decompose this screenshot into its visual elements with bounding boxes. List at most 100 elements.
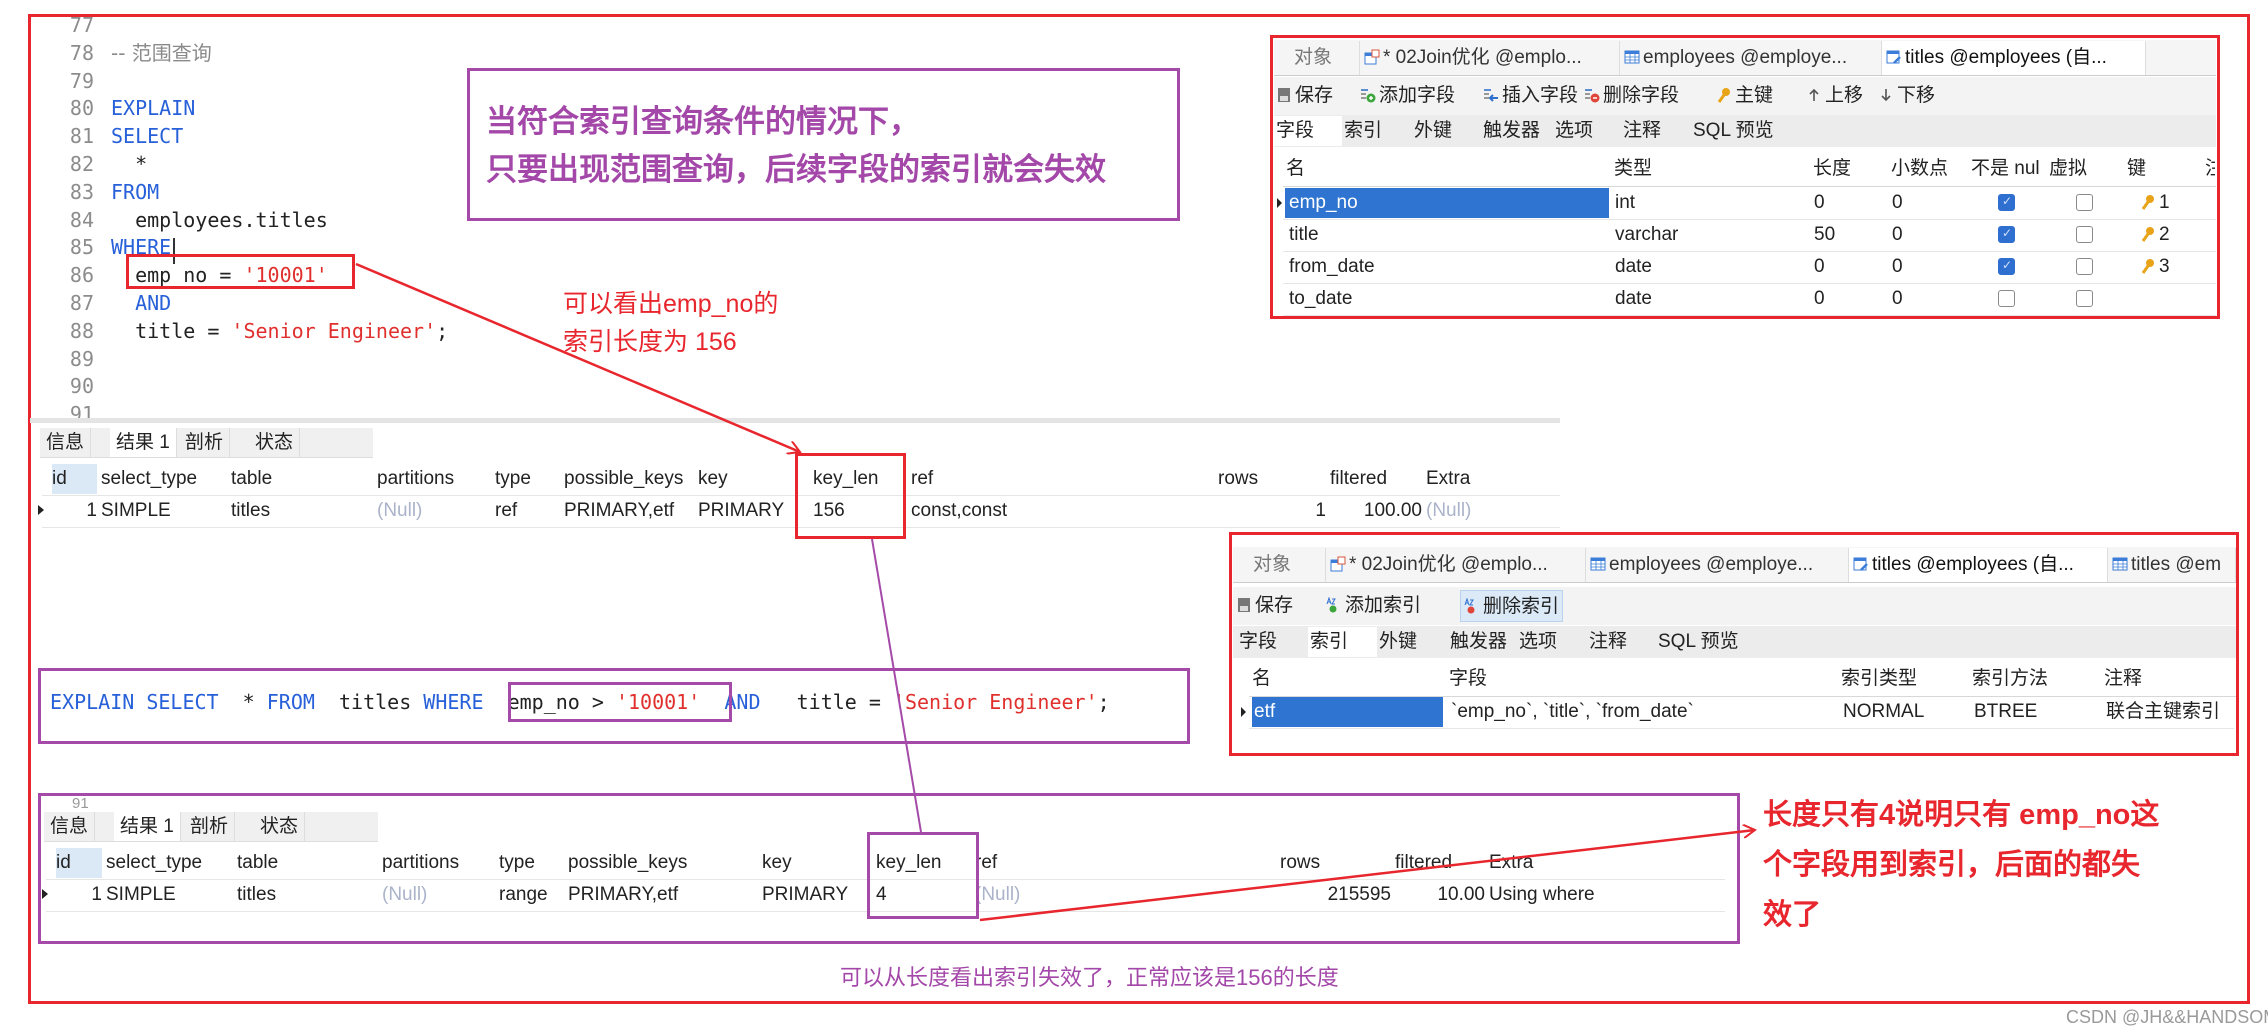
cell-id[interactable]: 1: [56, 880, 102, 910]
column-header-filtered[interactable]: filtered: [1330, 464, 1422, 494]
cell-table[interactable]: titles: [237, 880, 378, 910]
grid-header-3[interactable]: 索引方法: [1972, 664, 2100, 694]
column-header-key[interactable]: key: [698, 464, 809, 494]
editor-tab-2[interactable]: employees @employe...: [1620, 41, 1882, 75]
field-decimals[interactable]: 0: [1892, 252, 1962, 282]
editor-tab-1[interactable]: * 02Join优化 @emplo...: [1326, 548, 1586, 582]
cell-id[interactable]: 1: [52, 496, 97, 526]
cell-partitions[interactable]: (Null): [377, 496, 491, 526]
subtab-1[interactable]: 索引: [1308, 627, 1377, 657]
grid-header-2[interactable]: 长度: [1813, 154, 1887, 184]
subtab-6[interactable]: SQL 预览: [1691, 116, 1801, 146]
column-header-type[interactable]: type: [499, 848, 564, 878]
field-decimals[interactable]: 0: [1892, 284, 1962, 314]
not-null-checkbox[interactable]: [1998, 258, 2015, 275]
subtab-4[interactable]: 选项: [1517, 627, 1587, 657]
tab-profile[interactable]: 剖析: [179, 428, 231, 457]
index-cell-0[interactable]: etf: [1252, 697, 1443, 727]
index-cell-1[interactable]: `emp_no`, `title`, `from_date`: [1449, 697, 1835, 727]
column-header-rows[interactable]: rows: [1218, 464, 1326, 494]
index-cell-4[interactable]: 联合主键索引: [2104, 697, 2231, 727]
tab-result[interactable]: 结果 1: [110, 428, 177, 457]
column-header-possible_keys[interactable]: possible_keys: [568, 848, 758, 878]
subtab-4[interactable]: 选项: [1553, 116, 1621, 146]
field-length[interactable]: 50: [1814, 220, 1884, 250]
grid-header-7[interactable]: 注: [2205, 154, 2215, 184]
cell-filtered[interactable]: 100.00: [1330, 496, 1422, 526]
subtab-2[interactable]: 外键: [1377, 627, 1448, 657]
column-header-Extra[interactable]: Extra: [1426, 464, 1556, 494]
grid-header-5[interactable]: 虚拟: [2049, 154, 2123, 184]
toolbar-button-save[interactable]: 保存: [1276, 80, 1333, 112]
toolbar-button-delete-index[interactable]: 删除索引: [1460, 590, 1564, 622]
column-header-ref[interactable]: ref: [975, 848, 1276, 878]
cell-partitions[interactable]: (Null): [382, 880, 495, 910]
cell-possible_keys[interactable]: PRIMARY,etf: [568, 880, 758, 910]
field-decimals[interactable]: 0: [1892, 188, 1962, 218]
subtab-0[interactable]: 字段: [1237, 627, 1308, 657]
tab-info[interactable]: 信息: [40, 428, 92, 457]
subtab-2[interactable]: 外键: [1412, 116, 1481, 146]
cell-select_type[interactable]: SIMPLE: [101, 496, 227, 526]
cell-rows[interactable]: 215595: [1280, 880, 1391, 910]
column-header-possible_keys[interactable]: possible_keys: [564, 464, 694, 494]
cell-ref[interactable]: (Null): [975, 880, 1276, 910]
cell-table[interactable]: titles: [231, 496, 373, 526]
tab-profile[interactable]: 剖析: [184, 812, 236, 841]
toolbar-button-insert-field[interactable]: 插入字段: [1483, 80, 1578, 112]
virtual-checkbox[interactable]: [2076, 258, 2093, 275]
virtual-checkbox[interactable]: [2076, 194, 2093, 211]
field-length[interactable]: 0: [1814, 188, 1884, 218]
cell-rows[interactable]: 1: [1218, 496, 1326, 526]
index-cell-2[interactable]: NORMAL: [1841, 697, 1966, 727]
grid-header-3[interactable]: 小数点: [1891, 154, 1967, 184]
grid-header-2[interactable]: 索引类型: [1841, 664, 1968, 694]
subtab-1[interactable]: 索引: [1342, 116, 1412, 146]
field-length[interactable]: 0: [1814, 252, 1884, 282]
field-name[interactable]: title: [1285, 220, 1609, 250]
column-header-id[interactable]: id: [52, 464, 97, 494]
cell-key[interactable]: PRIMARY: [762, 880, 872, 910]
subtab-0[interactable]: 字段: [1274, 116, 1342, 146]
cell-ref[interactable]: const,const: [911, 496, 1214, 526]
tab-status[interactable]: 状态: [254, 812, 306, 841]
cell-Extra[interactable]: (Null): [1426, 496, 1556, 526]
column-header-filtered[interactable]: filtered: [1395, 848, 1485, 878]
editor-tab-4[interactable]: titles @em: [2108, 548, 2236, 582]
not-null-checkbox[interactable]: [1998, 194, 2015, 211]
cell-Extra[interactable]: Using where: [1489, 880, 1721, 910]
virtual-checkbox[interactable]: [2076, 290, 2093, 307]
tab-result[interactable]: 结果 1: [114, 812, 181, 841]
editor-tab-0[interactable]: 对象: [1274, 41, 1360, 75]
tab-status[interactable]: 状态: [249, 428, 301, 457]
toolbar-button-arrow-up[interactable]: 上移: [1806, 80, 1863, 112]
field-name[interactable]: to_date: [1285, 284, 1609, 314]
column-header-partitions[interactable]: partitions: [382, 848, 495, 878]
editor-tab-0[interactable]: 对象: [1233, 548, 1326, 582]
grid-header-4[interactable]: 注释: [2104, 664, 2235, 694]
tab-info[interactable]: 信息: [44, 812, 96, 841]
virtual-checkbox[interactable]: [2076, 226, 2093, 243]
column-header-Extra[interactable]: Extra: [1489, 848, 1721, 878]
cell-type[interactable]: ref: [495, 496, 560, 526]
column-header-select_type[interactable]: select_type: [106, 848, 233, 878]
column-header-table[interactable]: table: [231, 464, 373, 494]
column-header-key[interactable]: key: [762, 848, 872, 878]
field-name[interactable]: emp_no: [1285, 188, 1609, 218]
field-decimals[interactable]: 0: [1892, 220, 1962, 250]
grid-header-4[interactable]: 不是 nul: [1971, 154, 2045, 184]
grid-header-0[interactable]: 名: [1252, 664, 1445, 694]
cell-select_type[interactable]: SIMPLE: [106, 880, 233, 910]
grid-header-0[interactable]: 名: [1286, 154, 1610, 184]
subtab-5[interactable]: 注释: [1587, 627, 1656, 657]
field-type[interactable]: date: [1615, 284, 1805, 314]
field-type[interactable]: int: [1615, 188, 1805, 218]
toolbar-button-key[interactable]: 主键: [1716, 80, 1773, 112]
cell-type[interactable]: range: [499, 880, 564, 910]
column-header-ref[interactable]: ref: [911, 464, 1214, 494]
field-type[interactable]: varchar: [1615, 220, 1805, 250]
grid-header-1[interactable]: 类型: [1614, 154, 1809, 184]
toolbar-button-delete-field[interactable]: 删除字段: [1584, 80, 1679, 112]
grid-header-1[interactable]: 字段: [1449, 664, 1837, 694]
toolbar-button-save[interactable]: 保存: [1236, 590, 1293, 622]
